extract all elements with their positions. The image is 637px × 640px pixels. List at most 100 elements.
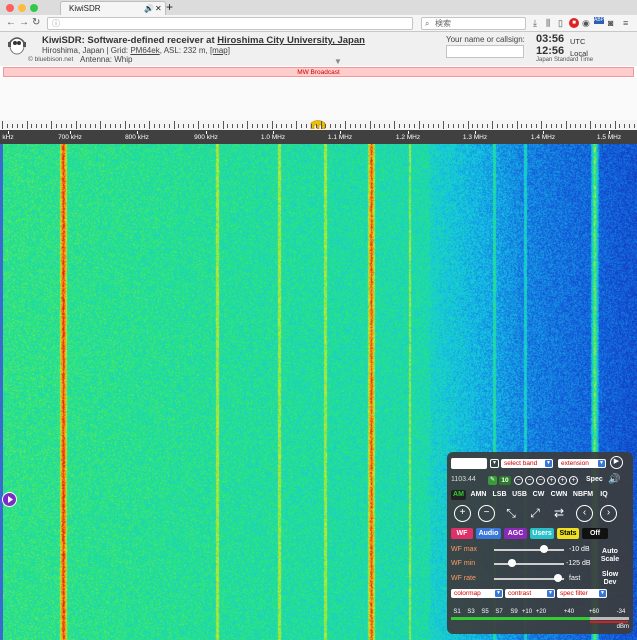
mode-button-usb[interactable]: USB [511, 490, 528, 500]
scale-tick [594, 124, 596, 128]
select-band-dropdown[interactable]: select band ▼ [501, 459, 553, 468]
mode-button-lsb[interactable]: LSB [491, 490, 508, 500]
tuning-marker-icon[interactable] [310, 120, 326, 129]
contrast-dropdown[interactable]: contrast ▼ [505, 589, 555, 598]
stop-icon[interactable]: ■ [569, 18, 579, 28]
info-icon[interactable]: ⓘ [52, 18, 60, 29]
scale-tick [153, 124, 155, 128]
step-button[interactable]: 10 [499, 476, 511, 485]
s-meter-label: S3 [467, 609, 475, 615]
sidebar-icon[interactable]: ▯ [558, 15, 563, 31]
step-down-3-icon[interactable]: − [514, 476, 523, 485]
spec-button[interactable]: Spec [586, 476, 603, 483]
scale-tick [580, 124, 582, 128]
library-icon[interactable]: ⫼ [546, 15, 550, 31]
step-up-1-icon[interactable]: + [547, 476, 556, 485]
back-icon[interactable]: ← [6, 15, 16, 31]
tab-users[interactable]: Users [530, 528, 554, 539]
extension-icon[interactable]: ◉ [582, 15, 590, 31]
wf-min-slider[interactable] [494, 563, 564, 565]
address-bar[interactable]: ⓘ [47, 17, 413, 30]
colormap-label: colormap [454, 590, 481, 597]
search-input[interactable]: ⌕ 検索 [421, 17, 526, 30]
scale-major-tick [206, 131, 207, 134]
scale-tick [266, 124, 268, 128]
search-placeholder: 検索 [435, 19, 451, 28]
band-bar[interactable]: MW Broadcast [3, 67, 634, 77]
camera-icon[interactable]: ◙ [608, 15, 613, 31]
browser-tab[interactable]: KiwiSDR 🔊 ✕ [60, 1, 166, 16]
mode-button-nbfm[interactable]: NBFM [572, 490, 594, 500]
tab-stats[interactable]: Stats [557, 528, 579, 539]
scale-tick [447, 124, 449, 128]
tab-close-icon[interactable]: ✕ [155, 2, 162, 16]
scale-label: kHz [2, 134, 14, 141]
wf-min-knob[interactable] [508, 559, 517, 567]
mode-button-cwn[interactable]: CWN [549, 490, 569, 500]
tab-wf[interactable]: WF [451, 528, 473, 539]
zoom-out-icon[interactable]: − [478, 505, 495, 522]
scale-tick [237, 124, 239, 128]
speaker-icon[interactable]: 🔊 [144, 2, 154, 16]
extension-dropdown[interactable]: extension ▼ [558, 459, 606, 468]
page-left-icon[interactable]: ‹ [576, 505, 593, 522]
mode-button-iq[interactable]: IQ [597, 490, 611, 500]
scale-major-tick [408, 131, 409, 134]
scale-tick [492, 121, 493, 129]
callsign-label: Your name or callsign: [446, 35, 525, 44]
tab-off[interactable]: Off [582, 528, 608, 539]
zoom-band-icon[interactable]: ⤡ [503, 505, 519, 521]
scale-tick [70, 124, 72, 128]
auto-scale-button[interactable]: Auto Scale [597, 548, 623, 564]
forward-icon[interactable]: → [19, 15, 29, 31]
wf-max-slider[interactable] [494, 549, 564, 551]
scale-tick [330, 124, 332, 128]
step-up-3-icon[interactable]: + [569, 476, 578, 485]
mode-button-am[interactable]: AM [451, 490, 466, 500]
scale-tick [467, 121, 469, 129]
tab-agc[interactable]: AGC [504, 528, 527, 539]
callsign-input[interactable] [446, 45, 524, 58]
step-down-2-icon[interactable]: − [525, 476, 534, 485]
grid-link[interactable]: PM64ek [130, 46, 159, 55]
s-meter-label: S7 [495, 609, 503, 615]
swap-icon[interactable]: ⇄ [551, 505, 567, 521]
tab-audio[interactable]: Audio [476, 528, 501, 539]
lock-icon[interactable]: ✎ [488, 476, 497, 485]
wf-rate-knob[interactable] [554, 574, 563, 582]
side-play-button[interactable] [2, 492, 17, 507]
scale-tick [158, 124, 160, 128]
download-icon[interactable]: ⤓ [533, 15, 537, 31]
menu-icon[interactable]: ≡ [623, 15, 628, 31]
minimize-window-button[interactable] [18, 4, 26, 12]
step-up-2-icon[interactable]: + [558, 476, 567, 485]
scale-tick [443, 121, 444, 129]
scale-tick [119, 124, 121, 128]
reload-icon[interactable]: ↻ [32, 15, 40, 31]
new-tab-button[interactable]: + [166, 0, 173, 15]
scale-label: 1.4 MHz [530, 134, 556, 141]
wf-max-knob[interactable] [540, 545, 549, 553]
freq-memory-icon[interactable]: ▼ [490, 459, 499, 468]
zoom-max-icon[interactable]: ⤢ [527, 505, 543, 521]
slow-dev-button[interactable]: Slow Dev [597, 571, 623, 587]
colormap-dropdown[interactable]: colormap ▼ [451, 589, 503, 598]
spec-filter-dropdown[interactable]: spec filter ▼ [557, 589, 607, 598]
mode-button-cw[interactable]: CW [531, 490, 546, 500]
frequency-input[interactable] [451, 458, 487, 469]
map-link[interactable]: [map] [210, 46, 230, 55]
scale-tick [247, 121, 248, 129]
play-button[interactable]: ▶ [610, 456, 623, 469]
maximize-window-button[interactable] [30, 4, 38, 12]
volume-icon[interactable]: 🔊 [608, 474, 620, 485]
mode-button-amn[interactable]: AMN [469, 490, 488, 500]
university-link[interactable]: Hiroshima City University, Japan [217, 35, 365, 46]
chevron-down-icon[interactable]: ▼ [334, 57, 342, 66]
band-label: MW Broadcast [297, 69, 340, 76]
page-right-icon[interactable]: › [600, 505, 617, 522]
extension-badge-icon[interactable]: ABP [594, 17, 604, 24]
step-down-1-icon[interactable]: − [536, 476, 545, 485]
close-window-button[interactable] [6, 4, 14, 12]
zoom-in-icon[interactable]: + [454, 505, 471, 522]
scale-label: 1.5 MHz [596, 134, 622, 141]
